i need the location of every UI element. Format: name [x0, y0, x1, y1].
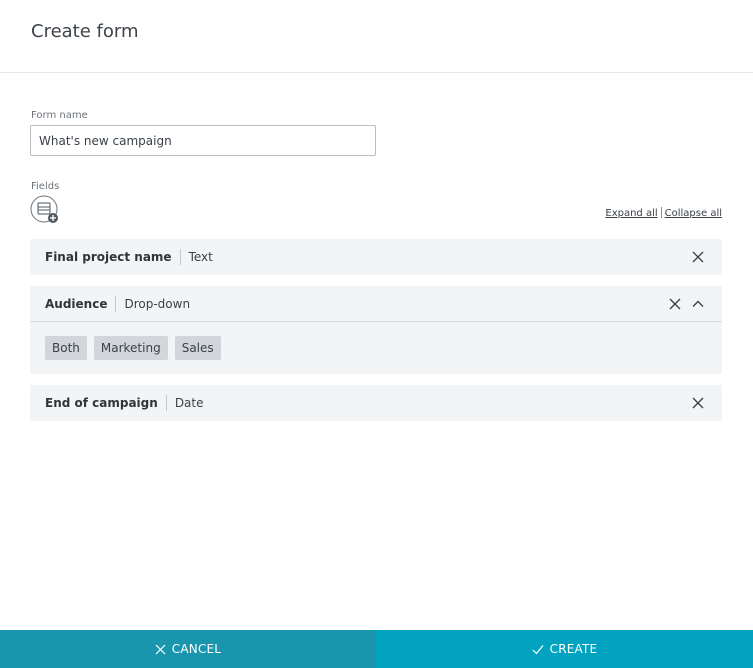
field-divider: [165, 395, 167, 411]
fields-label: Fields: [31, 181, 60, 192]
field-card[interactable]: Final project name Text: [30, 239, 722, 275]
field-card[interactable]: Audience Drop-down Both Marketing Sales: [30, 286, 722, 374]
field-name: Audience: [45, 296, 108, 311]
field-card[interactable]: End of campaign Date: [30, 385, 722, 421]
collapse-all-link[interactable]: Collapse all: [665, 208, 722, 219]
create-button[interactable]: CREATE: [376, 630, 753, 668]
chevron-up-icon: [692, 300, 704, 307]
option-chip[interactable]: Sales: [174, 336, 221, 360]
dialog-header: Create form: [0, 0, 753, 73]
collapse-field-button[interactable]: [689, 295, 707, 313]
close-icon: [692, 251, 704, 263]
field-type: Date: [174, 396, 204, 410]
add-field-icon: [30, 195, 58, 223]
create-label: CREATE: [549, 642, 598, 656]
form-name-input[interactable]: [30, 125, 376, 156]
check-icon: [532, 644, 544, 654]
dialog-footer: CANCEL CREATE: [0, 630, 753, 668]
page-title: Create form: [31, 21, 139, 42]
remove-field-button[interactable]: [666, 295, 684, 313]
field-header[interactable]: Final project name Text: [30, 239, 722, 275]
field-header[interactable]: Audience Drop-down: [30, 286, 722, 322]
option-chip[interactable]: Marketing: [93, 336, 168, 360]
field-divider: [115, 295, 117, 312]
link-separator: [660, 207, 662, 218]
close-icon: [669, 298, 681, 309]
form-name-label: Form name: [31, 110, 88, 121]
field-type: Text: [188, 250, 213, 264]
close-icon: [692, 397, 704, 409]
cancel-label: CANCEL: [171, 642, 222, 656]
field-name: Final project name: [45, 250, 172, 264]
dropdown-options: Both Marketing Sales: [30, 322, 722, 374]
remove-field-button[interactable]: [689, 394, 707, 412]
expand-all-link[interactable]: Expand all: [605, 208, 657, 219]
cancel-button[interactable]: CANCEL: [0, 630, 376, 668]
field-divider: [179, 249, 181, 265]
field-header[interactable]: End of campaign Date: [30, 385, 722, 421]
option-chip[interactable]: Both: [45, 336, 87, 360]
remove-field-button[interactable]: [689, 248, 707, 266]
field-name: End of campaign: [45, 396, 158, 410]
add-field-button[interactable]: [30, 195, 60, 225]
expand-collapse-links: Expand all Collapse all: [605, 207, 722, 219]
close-icon: [155, 644, 166, 654]
field-type: Drop-down: [124, 296, 191, 311]
